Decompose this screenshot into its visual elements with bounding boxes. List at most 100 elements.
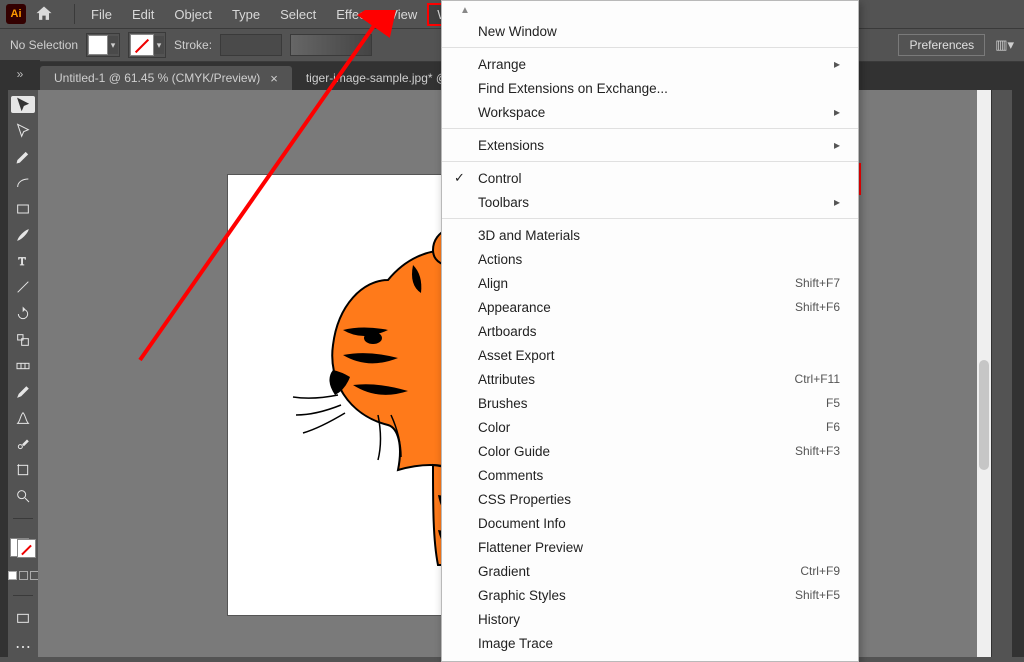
tab-label: tiger-image-sample.jpg* @ bbox=[306, 71, 448, 85]
menu-item-toolbars[interactable]: Toolbars ▸ bbox=[442, 190, 858, 214]
menu-item-label: Align bbox=[478, 276, 508, 291]
tab-strip-expand-icon[interactable]: » bbox=[0, 60, 40, 88]
preferences-button[interactable]: Preferences bbox=[898, 34, 985, 56]
menu-view[interactable]: View bbox=[379, 3, 427, 26]
menu-item-artboards[interactable]: Artboards bbox=[442, 319, 858, 343]
zoom-tool[interactable] bbox=[11, 488, 35, 505]
artboard-tool[interactable] bbox=[11, 462, 35, 479]
close-icon[interactable]: × bbox=[270, 71, 278, 86]
selection-tool[interactable] bbox=[11, 96, 35, 113]
menu-item-label: Graphic Styles bbox=[478, 588, 566, 603]
menu-item-label: CSS Properties bbox=[478, 492, 571, 507]
shape-builder-tool[interactable] bbox=[11, 357, 35, 374]
pen-tool[interactable] bbox=[11, 148, 35, 165]
menu-item-attributes[interactable]: AttributesCtrl+F11 bbox=[442, 367, 858, 391]
menu-item-comments[interactable]: Comments bbox=[442, 463, 858, 487]
line-tool[interactable] bbox=[11, 279, 35, 296]
menu-item-label: Color bbox=[478, 420, 510, 435]
document-tab[interactable]: tiger-image-sample.jpg* @ bbox=[292, 66, 462, 90]
menu-item-label: Actions bbox=[478, 252, 522, 267]
menu-item-label: Comments bbox=[478, 468, 543, 483]
menu-item-label: Brushes bbox=[478, 396, 528, 411]
rectangle-tool[interactable] bbox=[11, 201, 35, 218]
menu-item-workspace[interactable]: Workspace▸ bbox=[442, 100, 858, 124]
panel-flyout-icon[interactable]: ▥▾ bbox=[995, 37, 1014, 53]
menu-item-label: Image Trace bbox=[478, 636, 553, 651]
menu-separator bbox=[442, 218, 858, 219]
shortcut-label: F5 bbox=[826, 396, 840, 410]
menu-item-label: New Window bbox=[478, 24, 557, 39]
shortcut-label: Shift+F7 bbox=[795, 276, 840, 290]
shortcut-label: Shift+F5 bbox=[795, 588, 840, 602]
menu-item-label: 3D and Materials bbox=[478, 228, 580, 243]
screen-mode-tool[interactable] bbox=[11, 611, 35, 628]
stroke-label: Stroke: bbox=[174, 38, 212, 52]
edit-toolbar-icon[interactable]: ⋯ bbox=[11, 637, 35, 657]
menu-edit[interactable]: Edit bbox=[122, 3, 164, 26]
menu-item-label: Asset Export bbox=[478, 348, 555, 363]
document-tab[interactable]: Untitled-1 @ 61.45 % (CMYK/Preview)× bbox=[40, 66, 292, 90]
menu-item-image-trace[interactable]: Image Trace bbox=[442, 631, 858, 655]
submenu-arrow-icon: ▸ bbox=[834, 105, 840, 119]
menu-item-actions[interactable]: Actions bbox=[442, 247, 858, 271]
menu-item-css-properties[interactable]: CSS Properties bbox=[442, 487, 858, 511]
menu-item-new-window[interactable]: New Window bbox=[442, 19, 858, 43]
symbol-sprayer-tool[interactable] bbox=[11, 436, 35, 453]
menu-item-label: Flattener Preview bbox=[478, 540, 583, 555]
submenu-arrow-icon: ▸ bbox=[834, 138, 840, 152]
stroke-weight-input[interactable] bbox=[220, 34, 282, 56]
menu-item-graphic-styles[interactable]: Graphic Styles Shift+F5 bbox=[442, 583, 858, 607]
menu-separator bbox=[442, 128, 858, 129]
menu-item-history[interactable]: History bbox=[442, 607, 858, 631]
fill-stroke-swatch[interactable] bbox=[10, 538, 36, 558]
home-icon[interactable] bbox=[34, 4, 54, 24]
menu-file[interactable]: File bbox=[81, 3, 122, 26]
menu-item-label: Appearance bbox=[478, 300, 551, 315]
check-icon: ✓ bbox=[454, 170, 465, 186]
draw-mode-icons[interactable] bbox=[8, 571, 39, 580]
menu-item-flattener-preview[interactable]: Flattener Preview bbox=[442, 535, 858, 559]
menu-item-find-extensions-on-exchange-[interactable]: Find Extensions on Exchange... bbox=[442, 76, 858, 100]
menu-item-color-guide[interactable]: Color GuideShift+F3 bbox=[442, 439, 858, 463]
stroke-swatch[interactable]: ▾ bbox=[128, 32, 166, 58]
menu-item-label: Find Extensions on Exchange... bbox=[478, 81, 668, 96]
submenu-arrow-icon: ▸ bbox=[834, 57, 840, 71]
menu-object[interactable]: Object bbox=[164, 3, 222, 26]
direct-selection-tool[interactable] bbox=[11, 122, 35, 139]
menu-item-control[interactable]: ✓ Control bbox=[442, 166, 858, 190]
submenu-arrow-icon: ▸ bbox=[834, 195, 840, 209]
scroll-up-icon[interactable]: ▲ bbox=[442, 1, 858, 19]
menu-item-asset-export[interactable]: Asset Export bbox=[442, 343, 858, 367]
menu-item-color[interactable]: ColorF6 bbox=[442, 415, 858, 439]
menu-select[interactable]: Select bbox=[270, 3, 326, 26]
type-tool[interactable]: T bbox=[11, 253, 35, 270]
scale-tool[interactable] bbox=[11, 331, 35, 348]
right-panel-stub[interactable] bbox=[991, 90, 1012, 657]
curvature-tool[interactable] bbox=[11, 174, 35, 191]
divider bbox=[74, 4, 75, 24]
menu-item-arrange[interactable]: Arrange▸ bbox=[442, 52, 858, 76]
shortcut-label: Shift+F6 bbox=[795, 300, 840, 314]
gradient-tool[interactable] bbox=[11, 410, 35, 427]
fill-swatch[interactable]: ▾ bbox=[86, 33, 120, 57]
shortcut-label: Ctrl+F9 bbox=[800, 564, 840, 578]
menu-effect[interactable]: Effect bbox=[326, 3, 379, 26]
menu-item-align[interactable]: Align Shift+F7 bbox=[442, 271, 858, 295]
opacity-input[interactable] bbox=[290, 34, 372, 56]
paintbrush-tool[interactable] bbox=[11, 227, 35, 244]
menu-item-label: Toolbars bbox=[478, 195, 529, 210]
menu-item-label: Control bbox=[478, 171, 522, 186]
menu-item-3d-and-materials[interactable]: 3D and Materials bbox=[442, 223, 858, 247]
tools-panel: T ⋯ bbox=[8, 90, 38, 657]
menu-item-appearance[interactable]: Appearance Shift+F6 bbox=[442, 295, 858, 319]
menu-type[interactable]: Type bbox=[222, 3, 270, 26]
shortcut-label: Ctrl+F11 bbox=[795, 372, 840, 386]
menu-item-gradient[interactable]: GradientCtrl+F9 bbox=[442, 559, 858, 583]
menu-item-label: Color Guide bbox=[478, 444, 550, 459]
menu-item-document-info[interactable]: Document Info bbox=[442, 511, 858, 535]
vertical-scrollbar-thumb[interactable] bbox=[979, 360, 989, 470]
menu-item-extensions[interactable]: Extensions▸ bbox=[442, 133, 858, 157]
rotate-tool[interactable] bbox=[11, 305, 35, 322]
menu-item-brushes[interactable]: Brushes F5 bbox=[442, 391, 858, 415]
eyedropper-tool[interactable] bbox=[11, 383, 35, 400]
